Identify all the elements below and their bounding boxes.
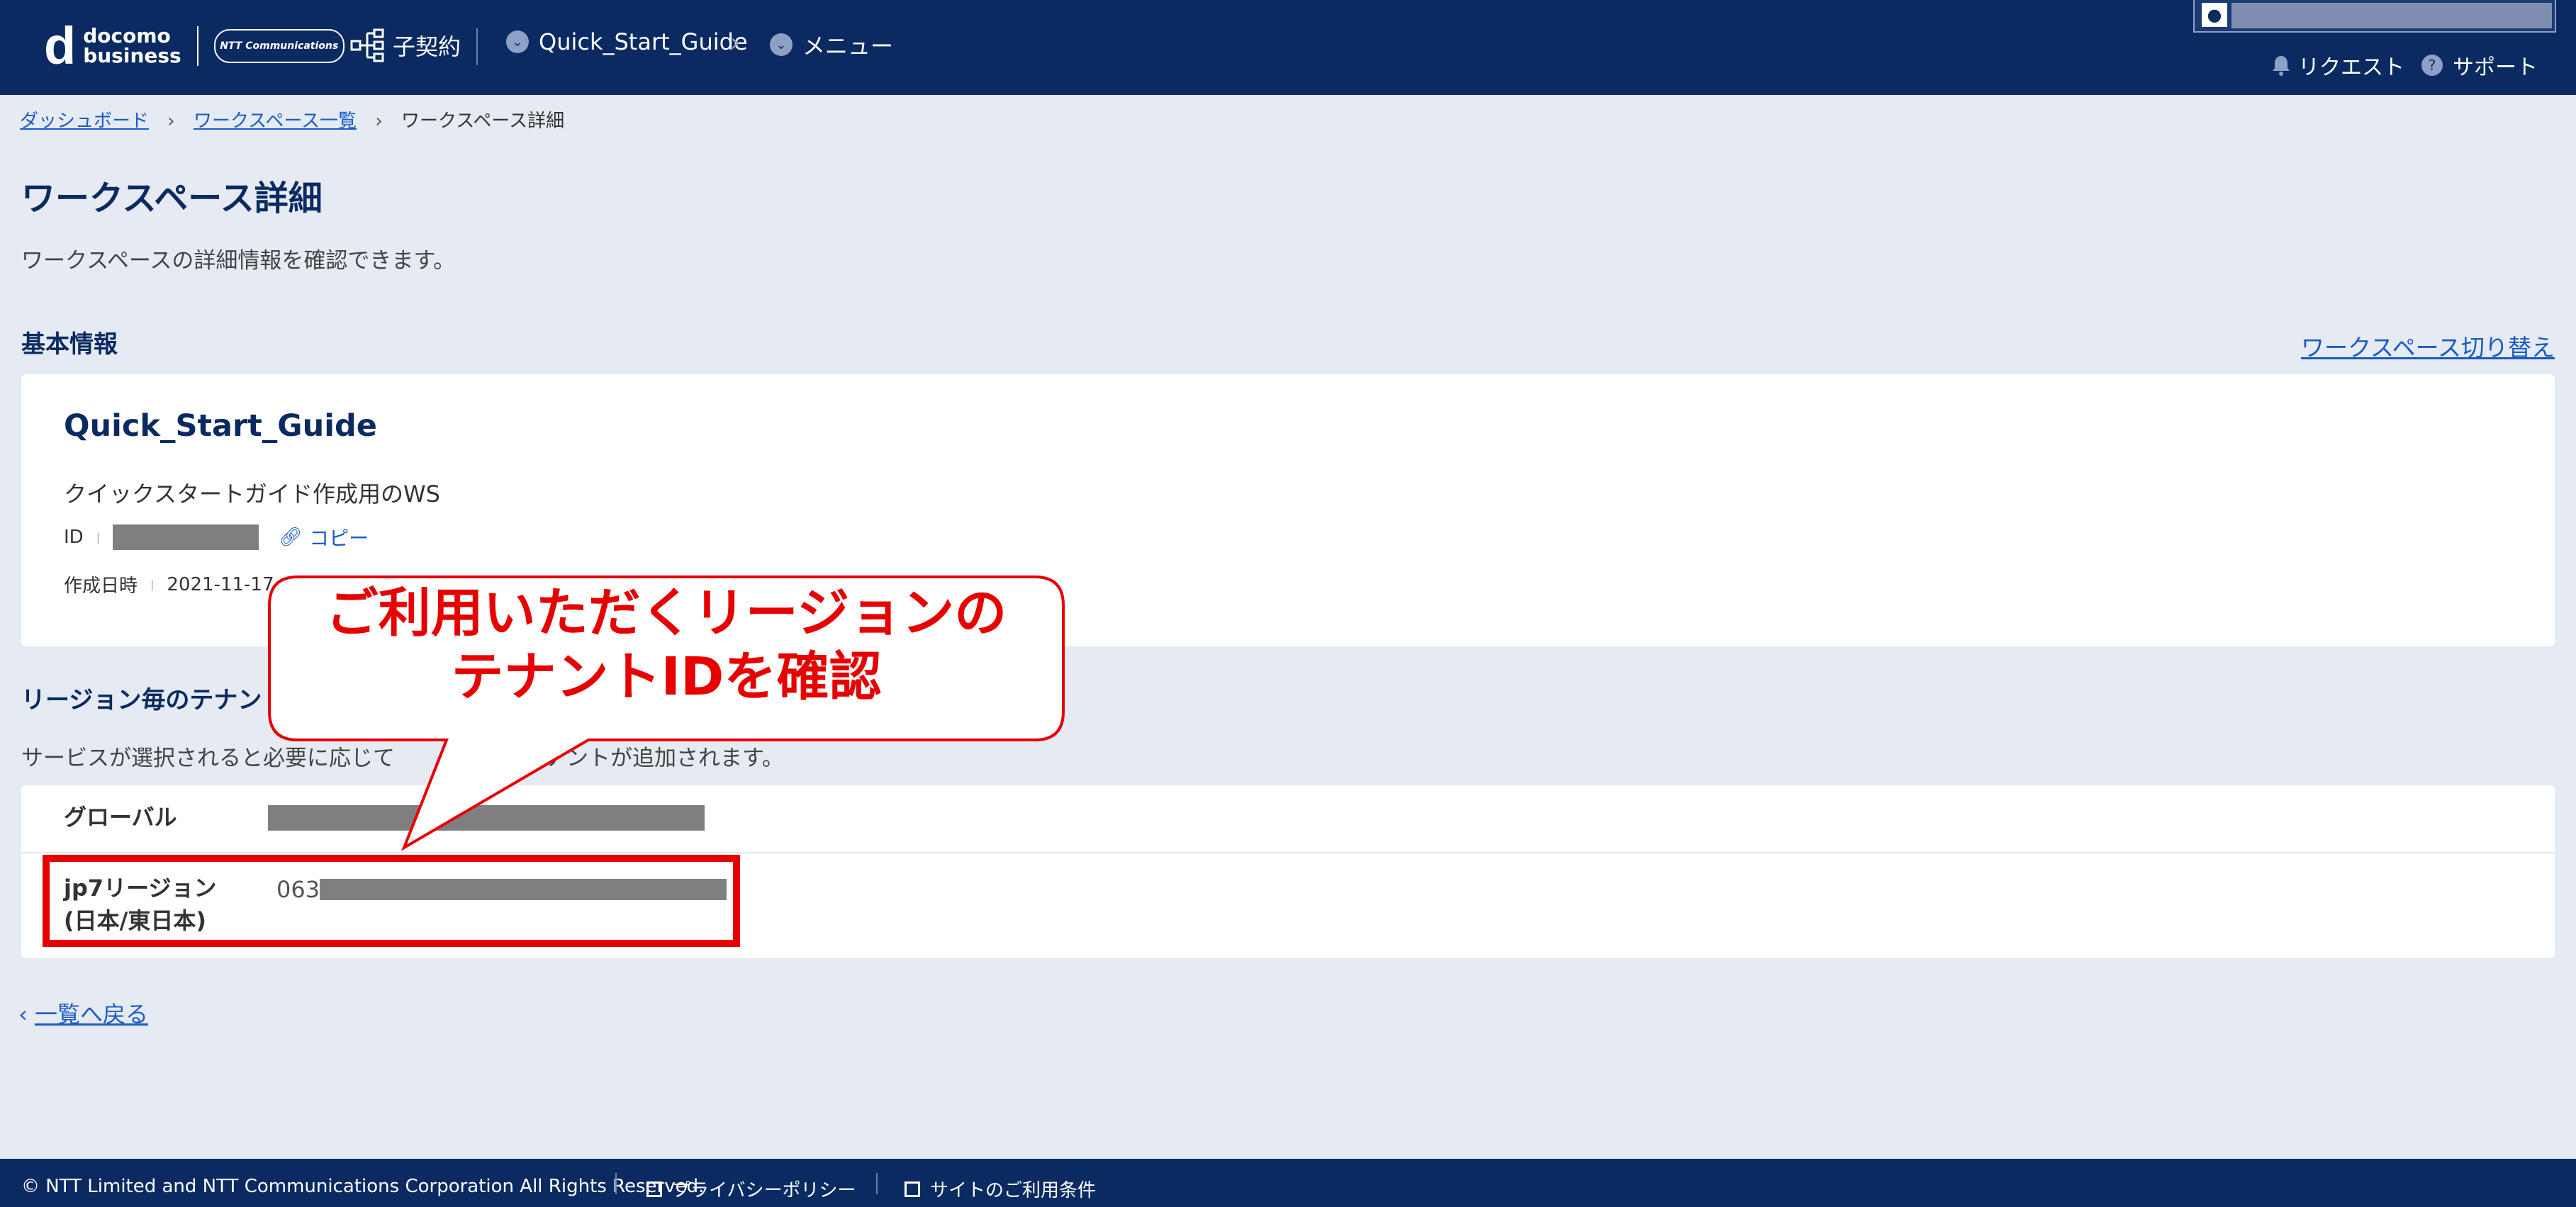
copyright: © NTT Limited and NTT Communications Cor… xyxy=(21,1176,705,1197)
footer-divider xyxy=(615,1173,617,1194)
callout-line-2: テナントIDを確認 xyxy=(451,646,882,707)
tenant-highlight-box xyxy=(43,855,740,947)
callout-text: ご利用いただくリージョンの テナントIDを確認 xyxy=(269,581,1063,709)
terms-link[interactable]: サイトのご利用条件 xyxy=(905,1176,1096,1202)
external-link-icon xyxy=(646,1181,662,1197)
privacy-label: プライバシーポリシー xyxy=(672,1180,856,1201)
terms-label: サイトのご利用条件 xyxy=(930,1180,1097,1201)
callout-line-1: ご利用いただくリージョンの xyxy=(325,583,1007,644)
external-link-icon xyxy=(905,1181,920,1197)
footer-divider xyxy=(876,1173,878,1194)
footer: © NTT Limited and NTT Communications Cor… xyxy=(0,1159,2576,1207)
privacy-link[interactable]: プライバシーポリシー xyxy=(646,1176,856,1202)
